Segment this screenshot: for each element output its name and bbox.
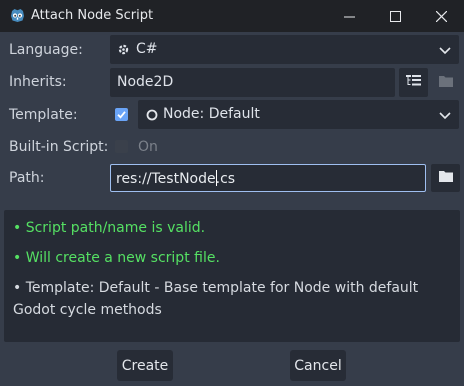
path-input[interactable]: res://TestNode.cs: [110, 164, 426, 192]
path-valid-message: • Script path/name is valid.: [13, 220, 206, 236]
template-value: Node: Default: [163, 106, 260, 122]
language-label: Language:: [9, 42, 83, 58]
close-icon: [435, 10, 447, 22]
template-select[interactable]: Node: Default: [138, 100, 459, 129]
folder-icon: [438, 75, 453, 91]
template-checkbox[interactable]: [115, 108, 128, 121]
path-value-ext: .cs: [215, 171, 236, 187]
path-label: Path:: [9, 170, 45, 186]
status-messages-panel: • Script path/name is valid. • Will crea…: [4, 210, 460, 342]
chevron-down-icon: [439, 44, 451, 60]
path-value: res://TestNode.cs: [116, 170, 235, 187]
inherits-input[interactable]: Node2D: [110, 68, 395, 97]
csharp-icon: [117, 43, 130, 60]
load-inherits-button: [431, 68, 460, 97]
minimize-icon: [343, 11, 355, 22]
maximize-button[interactable]: [372, 0, 418, 32]
checkmark-icon: [115, 109, 128, 125]
new-file-message: • Will create a new script file.: [13, 250, 220, 266]
builtin-script-label: Built-in Script:: [9, 139, 109, 155]
template-info-message: • Template: Default - Base template for …: [13, 280, 419, 318]
node-circle-icon: [146, 109, 158, 125]
inherits-value: Node2D: [117, 74, 174, 90]
window-title: Attach Node Script: [31, 8, 154, 23]
close-button[interactable]: [418, 0, 464, 32]
maximize-icon: [389, 10, 401, 22]
minimize-button[interactable]: [326, 0, 372, 32]
language-value: C#: [136, 41, 158, 57]
inherits-label: Inherits:: [9, 74, 67, 90]
chevron-down-icon: [439, 109, 451, 125]
builtin-checkbox[interactable]: [115, 140, 128, 153]
browse-path-button[interactable]: [431, 164, 460, 192]
builtin-toggle-label: On: [138, 139, 158, 155]
path-value-start: res://TestNode: [116, 171, 216, 187]
language-select[interactable]: C#: [110, 35, 459, 64]
create-button[interactable]: Create: [117, 350, 173, 381]
title-bar[interactable]: Attach Node Script: [0, 0, 464, 32]
attach-node-script-dialog: Attach Node Script Language: C# Inherits…: [0, 0, 464, 386]
folder-icon: [438, 170, 453, 186]
cancel-button[interactable]: Cancel: [290, 350, 346, 381]
class-tree-icon: [406, 74, 421, 91]
select-class-button[interactable]: [399, 68, 428, 97]
godot-logo-icon: [9, 7, 26, 24]
template-label: Template:: [9, 107, 78, 123]
